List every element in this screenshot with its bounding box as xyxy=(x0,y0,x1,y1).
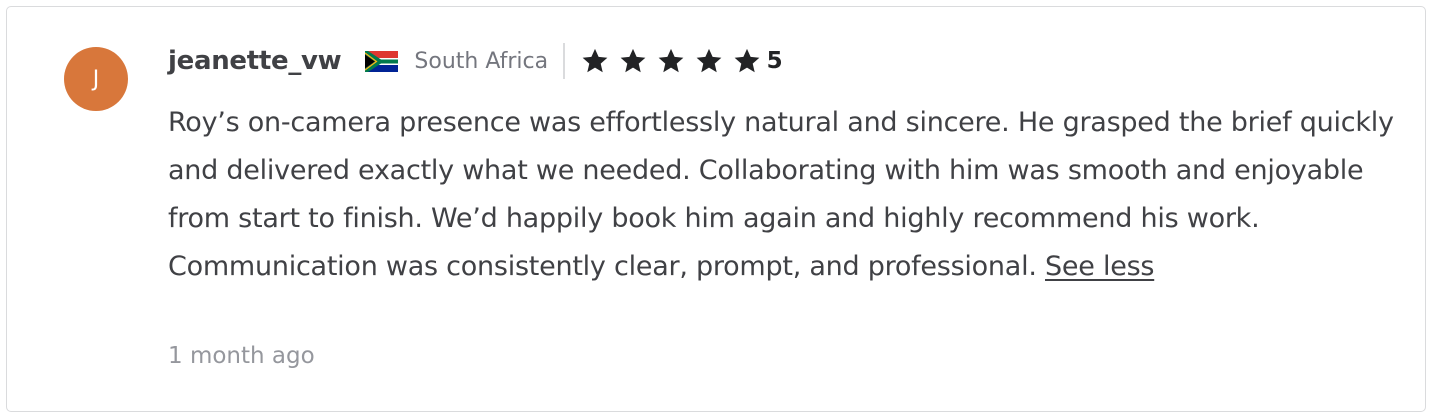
review-text-block: Roy’s on-camera presence was effortlessl… xyxy=(168,99,1408,291)
review-text: Roy’s on-camera presence was effortlessl… xyxy=(168,107,1394,282)
review-header: jeanette_vw South Africa 5 xyxy=(168,39,783,83)
star-icon xyxy=(619,47,647,75)
reviewer-country: South Africa xyxy=(414,48,549,74)
south-africa-flag-icon xyxy=(365,50,399,72)
avatar[interactable]: J xyxy=(64,47,128,111)
rating-value: 5 xyxy=(766,48,783,74)
star-icon xyxy=(733,47,761,75)
reviewer-username[interactable]: jeanette_vw xyxy=(168,46,342,76)
star-icon xyxy=(581,47,609,75)
header-divider xyxy=(563,43,565,79)
avatar-initial: J xyxy=(92,66,100,92)
see-less-link[interactable]: See less xyxy=(1045,251,1154,282)
review-timestamp: 1 month ago xyxy=(168,343,315,369)
star-icon xyxy=(657,47,685,75)
review-card: J jeanette_vw South Africa 5 Roy’s on-ca… xyxy=(6,6,1426,412)
star-icon xyxy=(695,47,723,75)
star-rating xyxy=(581,47,771,75)
